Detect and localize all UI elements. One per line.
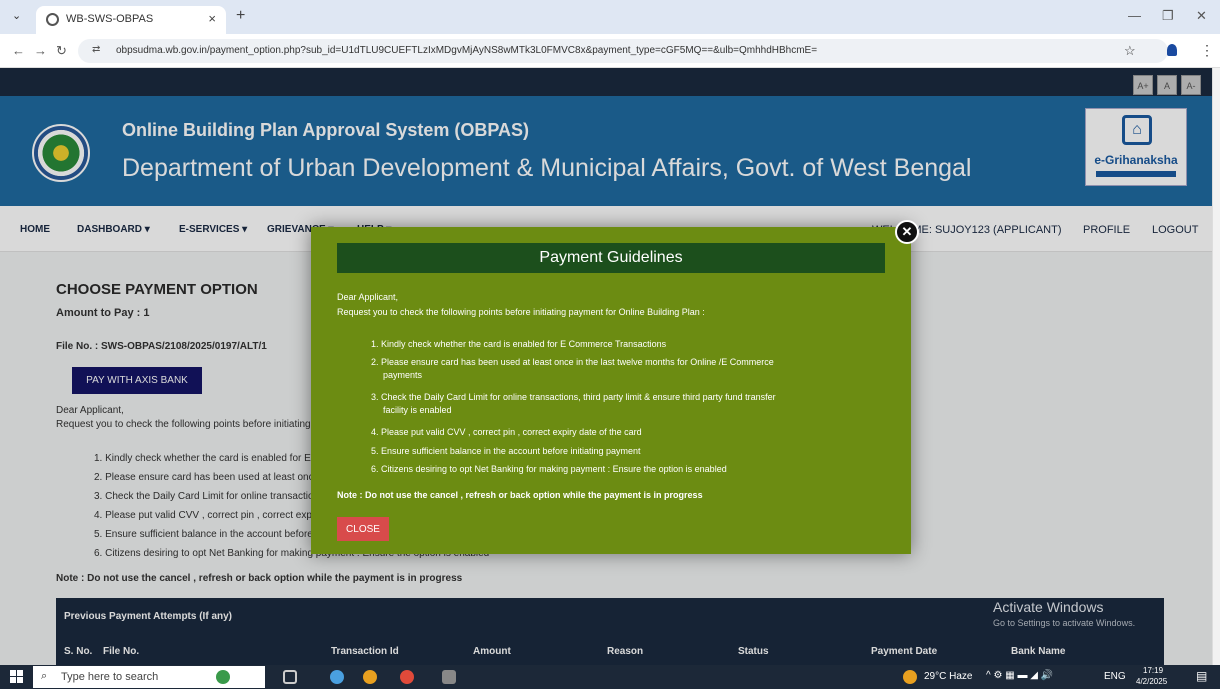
modal-guideline-item: 5. Ensure sufficient balance in the acco… bbox=[371, 446, 641, 456]
chrome-icon[interactable] bbox=[400, 670, 414, 684]
activate-windows-title: Activate Windows bbox=[993, 599, 1104, 615]
search-icon: ⌕ bbox=[41, 670, 48, 682]
search-placeholder: Type here to search bbox=[61, 671, 159, 683]
modal-title: Payment Guidelines bbox=[337, 243, 885, 273]
window-close-icon[interactable]: ✕ bbox=[1196, 8, 1207, 24]
app-icon[interactable] bbox=[442, 670, 456, 684]
modal-guideline-item: 4. Please put valid CVV , correct pin , … bbox=[371, 427, 642, 437]
tab-list-chevron-icon[interactable]: ⌄ bbox=[12, 9, 21, 22]
weather-widget-icon[interactable] bbox=[216, 670, 230, 684]
tray-icons[interactable]: ^ ⚙ ▦ ▬ ◢ 🔊 bbox=[986, 670, 1053, 681]
taskbar-search[interactable]: ⌕ Type here to search bbox=[33, 666, 265, 688]
tab-title: WB-SWS-OBPAS bbox=[66, 13, 154, 25]
modal-guideline-item: 2. Please ensure card has been used at l… bbox=[371, 357, 774, 367]
task-view-icon[interactable] bbox=[283, 670, 297, 684]
modal-greeting: Dear Applicant, bbox=[337, 292, 399, 302]
profile-icon[interactable] bbox=[1167, 44, 1177, 56]
minimize-icon[interactable]: — bbox=[1128, 8, 1141, 23]
activate-windows-subtitle: Go to Settings to activate Windows. bbox=[993, 618, 1136, 628]
weather-icon bbox=[903, 670, 917, 684]
new-tab-icon[interactable]: + bbox=[236, 7, 245, 25]
modal-close-icon[interactable]: ✕ bbox=[895, 220, 919, 244]
clock-date[interactable]: 4/2/2025 bbox=[1136, 677, 1167, 686]
language-indicator[interactable]: ENG bbox=[1104, 671, 1126, 682]
windows-taskbar: ⌕ Type here to search 29°C Haze ^ ⚙ ▦ ▬ … bbox=[0, 665, 1220, 689]
site-settings-icon[interactable]: ⇄ bbox=[92, 44, 100, 55]
windows-start-icon[interactable] bbox=[10, 670, 23, 683]
modal-guideline-item: 1. Kindly check whether the card is enab… bbox=[371, 339, 667, 349]
edge-icon[interactable] bbox=[330, 670, 344, 684]
browser-menu-icon[interactable]: ⋮ bbox=[1200, 42, 1214, 59]
modal-note: Note : Do not use the cancel , refresh o… bbox=[337, 490, 703, 500]
page-scrollbar[interactable] bbox=[1212, 68, 1220, 665]
restore-icon[interactable]: ❐ bbox=[1162, 8, 1174, 24]
back-icon[interactable]: ← bbox=[12, 43, 25, 58]
url-text[interactable]: obpsudma.wb.gov.in/payment_option.php?su… bbox=[116, 45, 817, 56]
close-button[interactable]: CLOSE bbox=[337, 517, 389, 541]
url-field[interactable]: ⇄ obpsudma.wb.gov.in/payment_option.php?… bbox=[78, 39, 1168, 63]
payment-guidelines-modal: Payment Guidelines Dear Applicant, Reque… bbox=[311, 227, 911, 554]
globe-icon bbox=[46, 13, 59, 26]
firefox-icon[interactable] bbox=[363, 670, 377, 684]
notification-icon[interactable]: ▤ bbox=[1196, 669, 1207, 683]
modal-guideline-item: payments bbox=[383, 370, 423, 380]
address-bar: ← → ↻ ⇄ obpsudma.wb.gov.in/payment_optio… bbox=[0, 34, 1220, 68]
browser-tab[interactable]: WB-SWS-OBPAS × bbox=[36, 6, 226, 34]
tab-close-icon[interactable]: × bbox=[208, 11, 216, 26]
modal-request: Request you to check the following point… bbox=[337, 307, 705, 317]
weather-text[interactable]: 29°C Haze bbox=[924, 671, 972, 682]
clock-time[interactable]: 17:19 bbox=[1143, 666, 1163, 675]
forward-icon[interactable]: → bbox=[34, 43, 47, 58]
bookmark-star-icon[interactable]: ☆ bbox=[1124, 43, 1136, 59]
modal-guideline-item: facility is enabled bbox=[383, 405, 452, 415]
reload-icon[interactable]: ↻ bbox=[56, 43, 67, 59]
browser-tab-bar: ⌄ WB-SWS-OBPAS × + — ❐ ✕ bbox=[0, 0, 1220, 34]
modal-guideline-item: 3. Check the Daily Card Limit for online… bbox=[371, 392, 776, 402]
modal-guideline-item: 6. Citizens desiring to opt Net Banking … bbox=[371, 464, 727, 474]
